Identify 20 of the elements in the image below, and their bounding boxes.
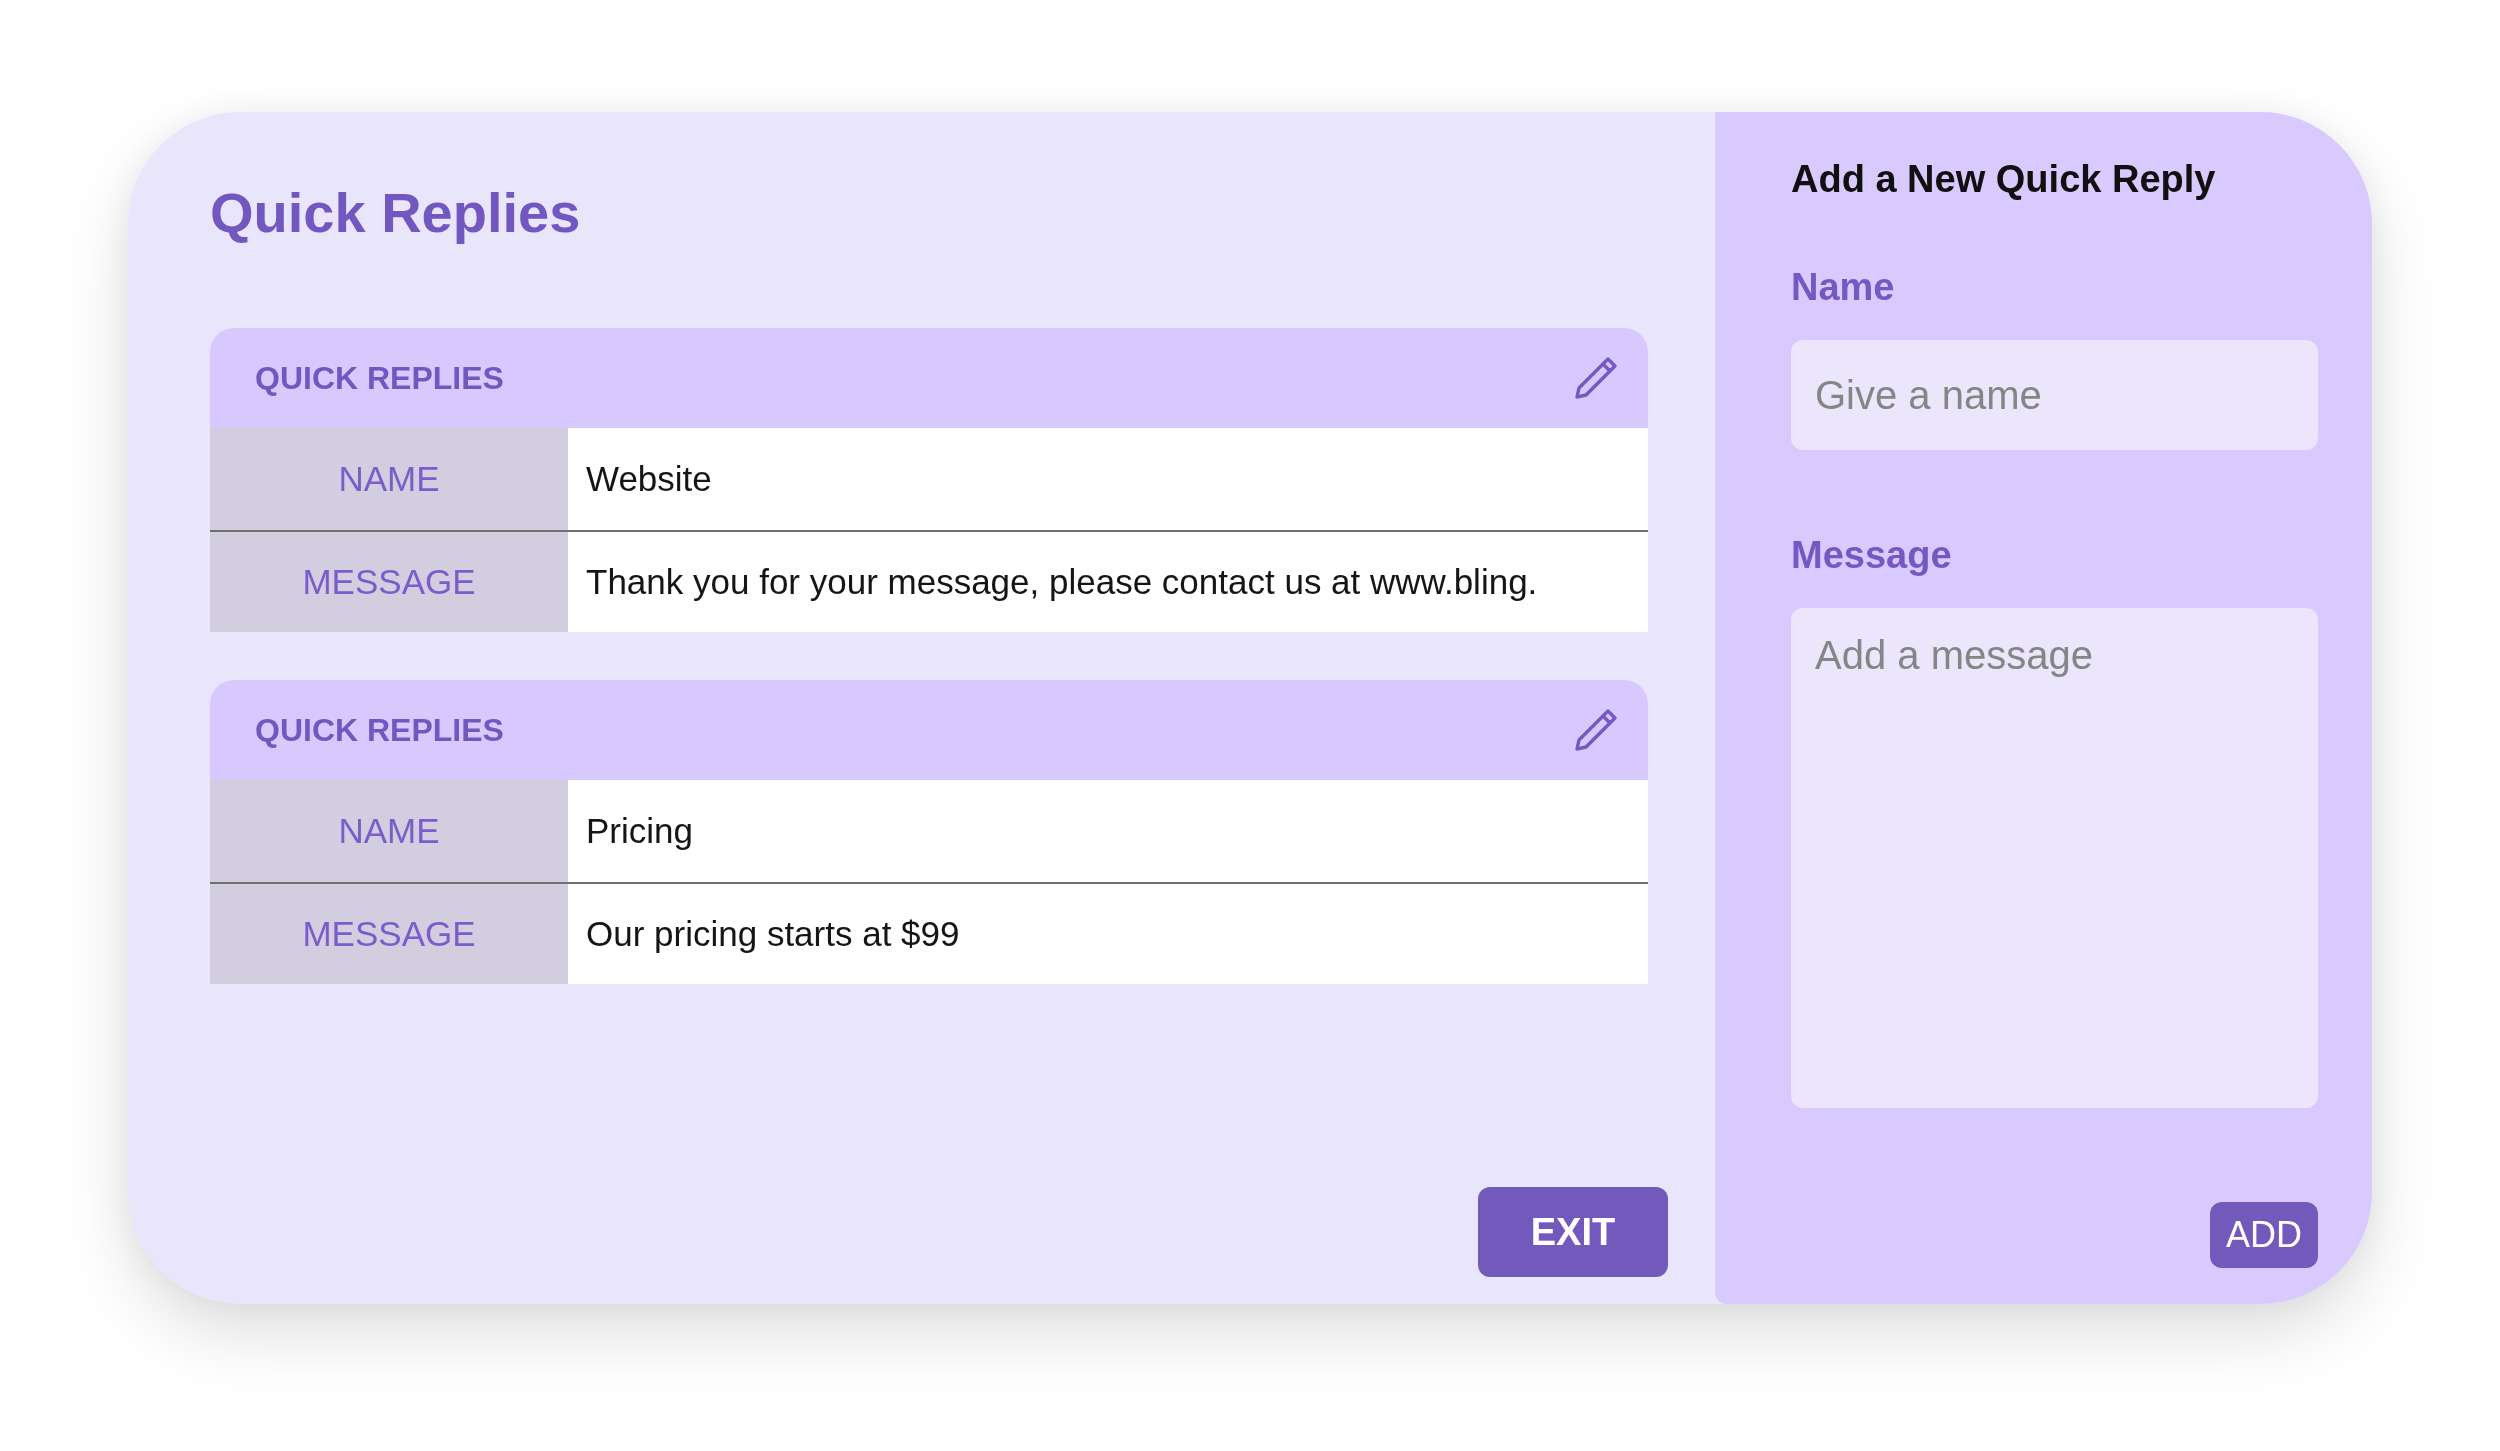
field-value-cell: Website — [568, 428, 1648, 530]
pencil-icon[interactable] — [1572, 354, 1620, 402]
pencil-icon[interactable] — [1572, 706, 1620, 754]
card-title: QUICK REPLIES — [255, 711, 504, 749]
field-label: Name — [1791, 265, 1896, 310]
field-value-cell: Thank you for your message, please contact us at www.bling. — [568, 530, 1648, 632]
field-label-cell: MESSAGE — [210, 882, 568, 984]
card-title: QUICK REPLIES — [255, 359, 504, 397]
add-button[interactable]: ADD — [2210, 1202, 2318, 1268]
message-input-field[interactable]: Add a message — [1791, 608, 2318, 1108]
field-label-cell: NAME — [210, 780, 568, 882]
name-input-field[interactable]: Give a name — [1791, 340, 2318, 450]
field-value-cell: Our pricing starts at $99 — [568, 882, 1648, 984]
field-label-cell: MESSAGE — [210, 530, 568, 632]
field-label-cell: NAME — [210, 428, 568, 530]
field-value-cell: Pricing — [568, 780, 1648, 882]
form-title: Add a New Quick Reply — [1791, 157, 2217, 202]
exit-button[interactable]: EXIT — [1478, 1187, 1668, 1277]
field-label: Message — [1791, 533, 1953, 578]
page-title: Quick Replies — [210, 180, 582, 246]
